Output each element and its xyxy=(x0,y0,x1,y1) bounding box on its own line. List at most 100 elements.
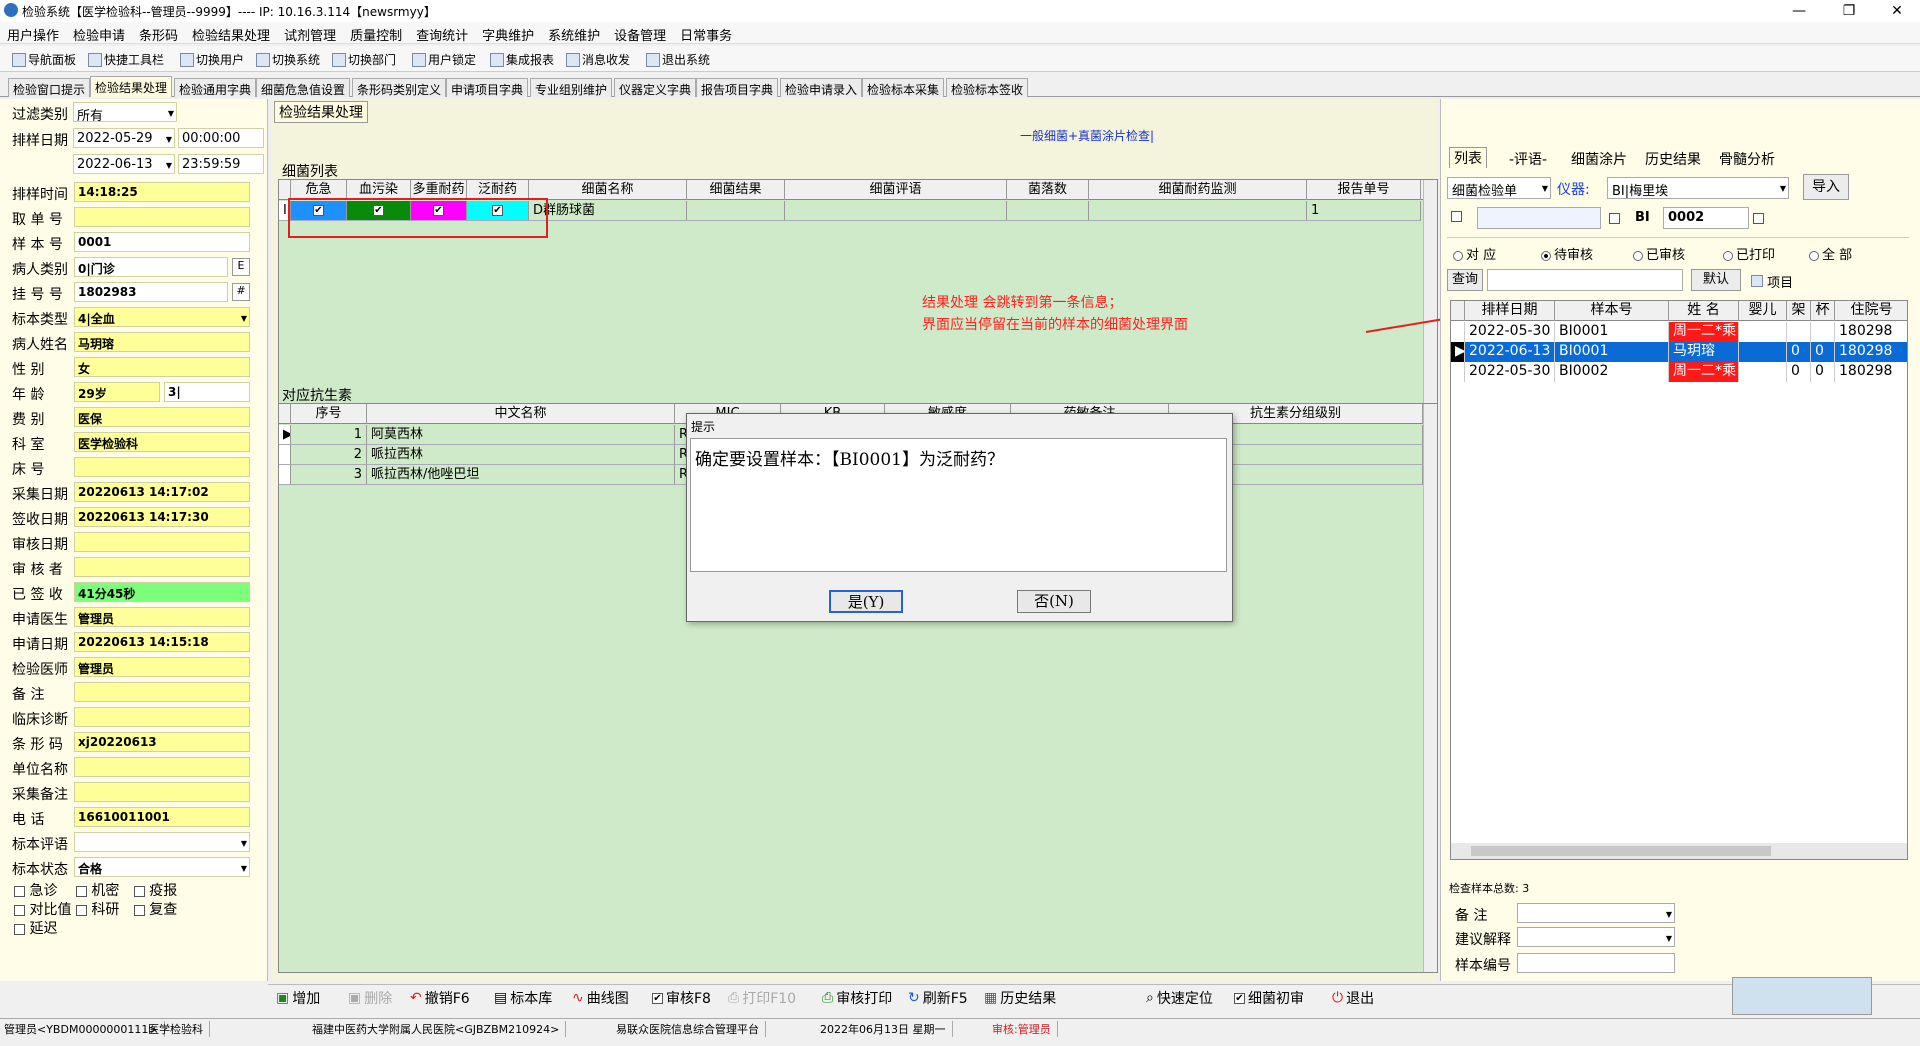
tab-list[interactable]: 列表 xyxy=(1449,147,1487,168)
audit-print-button[interactable]: ⎙ 审核打印 xyxy=(822,988,892,1008)
field-collect-note: 采集备注 xyxy=(8,781,260,803)
tab-apply-item[interactable]: 申请项目字典 xyxy=(446,78,529,97)
menu-query[interactable]: 查询统计 xyxy=(409,22,475,47)
toolbar-exit[interactable]: 退出系统 xyxy=(646,51,710,68)
radio-printed[interactable]: 已打印 xyxy=(1723,244,1775,263)
code-input[interactable]: 0002 xyxy=(1663,207,1749,229)
check-compare[interactable]: 对比值 xyxy=(14,902,71,918)
check-urgent[interactable]: 急诊 xyxy=(14,883,57,899)
locate-button[interactable]: ⌕ 快速定位 xyxy=(1146,988,1213,1008)
radio-pending[interactable]: 待审核 xyxy=(1541,244,1593,263)
query-input[interactable] xyxy=(1487,269,1683,291)
initial-audit-button[interactable]: 细菌初审 xyxy=(1234,988,1304,1008)
tab-bacteria-critical[interactable]: 细菌危急值设置 xyxy=(256,78,351,97)
import-button[interactable]: 导入 xyxy=(1803,174,1849,200)
audit-button[interactable]: 审核F8 xyxy=(652,988,711,1008)
tab-collect[interactable]: 检验标本采集 xyxy=(862,78,945,97)
maximize-button[interactable]: ❐ xyxy=(1826,0,1872,22)
tab-result-inner[interactable]: 检验结果处理 xyxy=(274,101,368,123)
source-select[interactable]: 细菌检验单 ▼ xyxy=(1447,177,1551,199)
exam-item-link[interactable]: 一般细菌+真菌涂片检查| xyxy=(1020,127,1154,144)
tab-history[interactable]: 历史结果 xyxy=(1641,149,1705,169)
hash-button[interactable]: # xyxy=(232,283,250,301)
filter-select[interactable]: 所有 ▼ xyxy=(73,102,177,122)
menu-result[interactable]: 检验结果处理 xyxy=(185,22,277,47)
default-button[interactable]: 默认 xyxy=(1691,269,1741,291)
check-recheck[interactable]: 复查 xyxy=(133,902,177,918)
time-to-input[interactable]: 23:59:59 xyxy=(178,154,264,174)
history-button[interactable]: ▦ 历史结果 xyxy=(984,988,1056,1008)
chevron-down-icon: ▼ xyxy=(165,161,172,170)
sample-no-input[interactable] xyxy=(1517,953,1675,973)
tab-report-item[interactable]: 报告项目字典 xyxy=(696,78,779,97)
menu-apply[interactable]: 检验申请 xyxy=(66,22,132,47)
date-to-input[interactable]: 2022-06-13 ▼ xyxy=(73,154,175,174)
close-button[interactable]: ✕ xyxy=(1874,0,1920,22)
undo-button[interactable]: ↶ 撤销F6 xyxy=(410,988,470,1008)
instrument-label: 仪器: xyxy=(1557,182,1590,198)
delete-button[interactable]: ▣ 删除 xyxy=(348,988,392,1008)
toolbar-messages[interactable]: 消息收发 xyxy=(566,51,630,68)
exit-button[interactable]: ⏻ 退出 xyxy=(1332,988,1374,1008)
toolbar-switch-user[interactable]: 切换用户 xyxy=(180,51,244,68)
filter-input[interactable] xyxy=(1477,207,1601,229)
toolbar-switch-system[interactable]: 切换系统 xyxy=(256,51,320,68)
menu-daily[interactable]: 日常事务 xyxy=(673,22,739,47)
radio-all[interactable]: 全 部 xyxy=(1809,244,1852,263)
tab-instrument[interactable]: 仪器定义字典 xyxy=(614,78,697,97)
radio-match[interactable]: 对 应 xyxy=(1453,244,1496,263)
sample-row-selected[interactable]: ▶ 2022-06-13 BI0001 马玥瑢 0 0 180298 xyxy=(1451,342,1907,362)
tab-bone-marrow[interactable]: 骨髓分析 xyxy=(1715,149,1779,169)
tab-common-dict[interactable]: 检验通用字典 xyxy=(174,78,257,97)
query-button[interactable]: 查询 xyxy=(1447,269,1483,291)
radio-audited[interactable]: 已审核 xyxy=(1633,244,1685,263)
antibiotic-scrollbar[interactable] xyxy=(1423,404,1437,972)
check-delay[interactable]: 延迟 xyxy=(14,921,57,937)
tab-result-processing[interactable]: 检验结果处理 xyxy=(90,76,173,97)
no-button[interactable]: 否(N) xyxy=(1017,590,1091,613)
check-confidential[interactable]: 机密 xyxy=(75,883,119,899)
filter-checkbox-2[interactable] xyxy=(1609,211,1620,226)
tab-receive[interactable]: 检验标本签收 xyxy=(946,78,1029,97)
curve-button[interactable]: ∿ 曲线图 xyxy=(572,988,629,1008)
sample-row[interactable]: 2022-05-30 BI0001 周一二*乘 180298 xyxy=(1451,322,1907,342)
check-research[interactable]: 科研 xyxy=(75,902,119,918)
e-button[interactable]: E xyxy=(232,258,250,276)
filter-checkbox-1[interactable] xyxy=(1451,209,1462,224)
toolbar-user-lock[interactable]: 用户锁定 xyxy=(412,51,476,68)
tab-comment[interactable]: -评语- xyxy=(1505,149,1551,169)
tab-apply-entry[interactable]: 检验申请录入 xyxy=(780,78,863,97)
tab-window-hint[interactable]: 检验窗口提示 xyxy=(8,78,91,97)
print-button[interactable]: ⎙ 打印F10 xyxy=(728,988,796,1008)
memo-select[interactable]: ▼ xyxy=(1517,903,1675,923)
filter-checkbox-3[interactable] xyxy=(1753,211,1764,226)
sample-row[interactable]: 2022-05-30 BI0002 周一二*乘 0 0 180298 xyxy=(1451,362,1907,382)
yes-button[interactable]: 是(Y) xyxy=(829,590,903,613)
check-epidemic[interactable]: 疫报 xyxy=(133,883,177,899)
toolbar-reports[interactable]: 集成报表 xyxy=(490,51,554,68)
item-button[interactable]: 项目 xyxy=(1751,272,1793,291)
menu-reagent[interactable]: 试剂管理 xyxy=(277,22,343,47)
minimize-button[interactable]: — xyxy=(1776,0,1822,22)
refresh-button[interactable]: ↻ 刷新F5 xyxy=(908,988,968,1008)
sample-grid-hscroll[interactable] xyxy=(1451,843,1907,859)
add-button[interactable]: ▣ 增加 xyxy=(276,988,320,1008)
time-from-input[interactable]: 00:00:00 xyxy=(178,128,264,148)
menu-user-ops[interactable]: 用户操作 xyxy=(0,22,66,47)
toolbar-nav-panel[interactable]: 导航面板 xyxy=(12,51,76,68)
menu-barcode[interactable]: 条形码 xyxy=(132,22,185,47)
tab-barcode-type[interactable]: 条形码类别定义 xyxy=(352,78,447,97)
date-from-input[interactable]: 2022-05-29 ▼ xyxy=(73,128,175,148)
toolbar-switch-dept[interactable]: 切换部门 xyxy=(332,51,396,68)
menu-device[interactable]: 设备管理 xyxy=(607,22,673,47)
toolbar-quick-tools[interactable]: 快捷工具栏 xyxy=(88,51,164,68)
tab-group[interactable]: 专业组别维护 xyxy=(530,78,613,97)
age-unit-field[interactable]: 3| xyxy=(164,382,250,402)
suggest-select[interactable]: ▼ xyxy=(1517,927,1675,947)
specimen-library-button[interactable]: ▤ 标本库 xyxy=(494,988,552,1008)
tab-smear[interactable]: 细菌涂片 xyxy=(1567,149,1631,169)
menu-qc[interactable]: 质量控制 xyxy=(343,22,409,47)
menu-dict[interactable]: 字典维护 xyxy=(475,22,541,47)
instrument-select[interactable]: BI|梅里埃 ▼ xyxy=(1607,177,1789,199)
menu-system[interactable]: 系统维护 xyxy=(541,22,607,47)
